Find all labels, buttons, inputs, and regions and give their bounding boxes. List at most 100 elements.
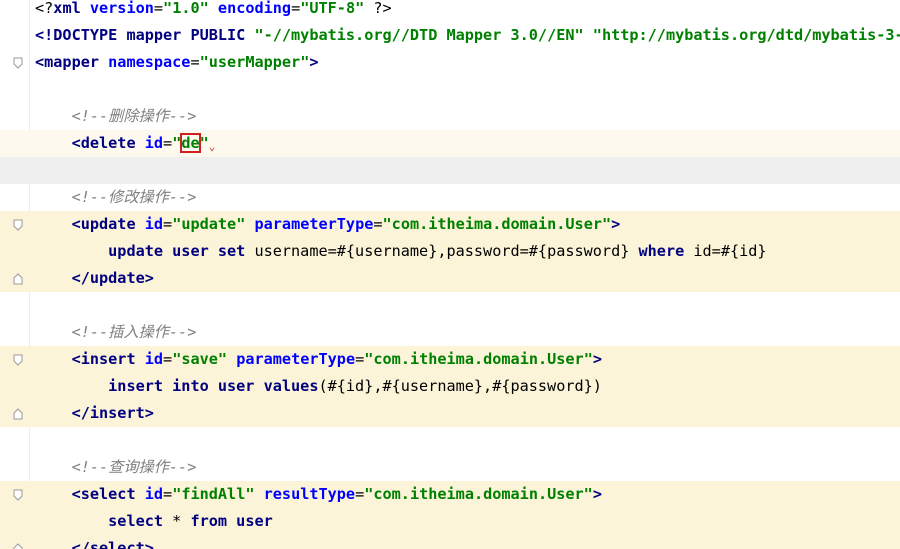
code-text: <!--修改操作--> bbox=[35, 187, 197, 208]
code-token: (#{id},#{username},#{password}) bbox=[318, 377, 602, 395]
code-token: username=#{username},password=#{password… bbox=[254, 242, 639, 260]
fold-open-icon[interactable] bbox=[13, 219, 23, 231]
code-token: <!DOCTYPE bbox=[35, 26, 127, 44]
code-text: <delete id="de"⌄ bbox=[35, 133, 215, 154]
fold-open-icon[interactable] bbox=[13, 354, 23, 366]
code-token: <!--删除操作--> bbox=[71, 107, 197, 125]
code-line[interactable]: <select id="findAll" resultType="com.ith… bbox=[0, 481, 900, 508]
code-token: "com.itheima.domain.User" bbox=[364, 485, 593, 503]
code-text: update user set username=#{username},pas… bbox=[35, 241, 767, 262]
code-token: " bbox=[172, 134, 182, 152]
code-line[interactable]: <insert id="save" parameterType="com.ith… bbox=[0, 346, 900, 373]
code-line[interactable]: select * from user bbox=[0, 508, 900, 535]
code-token: parameterType bbox=[254, 215, 374, 233]
code-token: namespace bbox=[108, 53, 191, 71]
code-line[interactable]: </insert> bbox=[0, 400, 900, 427]
code-token: "update" bbox=[172, 215, 246, 233]
code-token: = bbox=[190, 53, 200, 71]
code-token: <!--查询操作--> bbox=[71, 458, 197, 476]
fold-close-icon[interactable] bbox=[13, 273, 23, 285]
code-token: <mapper bbox=[35, 53, 109, 71]
code-token: "UTF-8" bbox=[300, 0, 365, 17]
code-line[interactable]: </select> bbox=[0, 535, 900, 549]
code-line[interactable]: insert into user values(#{id},#{username… bbox=[0, 373, 900, 400]
code-token: "http://mybatis.org/dtd/mybatis-3-mapper… bbox=[592, 26, 900, 44]
code-token: <!--修改操作--> bbox=[71, 188, 197, 206]
code-line[interactable]: <delete id="de"⌄ bbox=[0, 130, 900, 157]
code-token: > bbox=[592, 350, 602, 368]
code-line[interactable]: <!--插入操作--> bbox=[0, 319, 900, 346]
code-line[interactable]: <!--删除操作--> bbox=[0, 103, 900, 130]
code-token: = bbox=[373, 215, 383, 233]
code-line[interactable]: </update> bbox=[0, 265, 900, 292]
code-token: insert into user values bbox=[108, 377, 319, 395]
code-text: </update> bbox=[35, 268, 154, 289]
code-text: select * from user bbox=[35, 511, 273, 532]
code-line[interactable]: update user set username=#{username},pas… bbox=[0, 238, 900, 265]
fold-close-icon[interactable] bbox=[13, 408, 23, 420]
code-line[interactable] bbox=[0, 292, 900, 319]
code-token: "findAll" bbox=[172, 485, 255, 503]
code-token: version bbox=[89, 0, 154, 17]
fold-open-icon[interactable] bbox=[13, 57, 23, 69]
code-text: <!--插入操作--> bbox=[35, 322, 197, 343]
code-token: "com.itheima.domain.User" bbox=[382, 215, 612, 233]
code-line[interactable]: <mapper namespace="userMapper"> bbox=[0, 49, 900, 76]
code-line[interactable]: <?xml version="1.0" encoding="UTF-8" ?> bbox=[0, 0, 900, 22]
code-line[interactable]: <!--查询操作--> bbox=[0, 454, 900, 481]
code-line[interactable] bbox=[0, 76, 900, 103]
code-line[interactable]: <!--修改操作--> bbox=[0, 184, 900, 211]
code-token: xml bbox=[53, 0, 90, 17]
code-token: > bbox=[309, 53, 319, 71]
code-editor[interactable]: <?xml version="1.0" encoding="UTF-8" ?> <… bbox=[0, 0, 900, 549]
code-token: id bbox=[144, 485, 164, 503]
code-token: <update bbox=[71, 215, 145, 233]
code-token: = bbox=[291, 0, 301, 17]
code-token: > bbox=[592, 485, 602, 503]
code-token: id bbox=[144, 350, 164, 368]
code-token: </update> bbox=[71, 269, 154, 287]
code-token: <select bbox=[71, 485, 145, 503]
code-line[interactable] bbox=[0, 157, 900, 184]
code-token: </select> bbox=[71, 539, 154, 549]
code-token: = bbox=[163, 350, 173, 368]
code-token: = bbox=[355, 485, 365, 503]
code-token: id=#{id} bbox=[693, 242, 767, 260]
code-line[interactable] bbox=[0, 427, 900, 454]
code-line[interactable]: <!DOCTYPE mapper PUBLIC "-//mybatis.org/… bbox=[0, 22, 900, 49]
fold-close-icon[interactable] bbox=[13, 543, 23, 549]
code-text: <update id="update" parameterType="com.i… bbox=[35, 214, 621, 235]
code-token: "userMapper" bbox=[199, 53, 310, 71]
code-token: where bbox=[638, 242, 694, 260]
code-text: </select> bbox=[35, 538, 154, 549]
code-line[interactable]: <update id="update" parameterType="com.i… bbox=[0, 211, 900, 238]
code-token: id bbox=[144, 215, 164, 233]
fold-open-icon[interactable] bbox=[13, 489, 23, 501]
code-token: update user set bbox=[108, 242, 255, 260]
code-text: <!--删除操作--> bbox=[35, 106, 197, 127]
caret-selection: de bbox=[180, 133, 201, 153]
code-text: <select id="findAll" resultType="com.ith… bbox=[35, 484, 602, 505]
code-text: <!--查询操作--> bbox=[35, 457, 197, 478]
code-token: <? bbox=[35, 0, 54, 17]
code-token: * bbox=[172, 512, 191, 530]
code-token: = bbox=[153, 0, 164, 17]
code-token: "1.0" bbox=[163, 0, 209, 17]
code-token: <!--插入操作--> bbox=[71, 323, 197, 341]
